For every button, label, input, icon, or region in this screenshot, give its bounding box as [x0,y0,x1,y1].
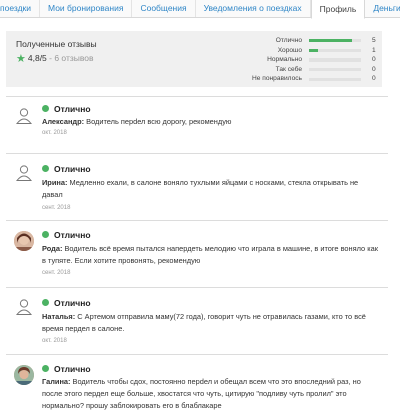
avatar [14,365,34,385]
tab-messages[interactable]: Сообщения [132,0,196,17]
breakdown-row: Так себе 0 [232,65,382,75]
tab-money-label: Деньги [373,3,400,13]
rating-dot-icon [42,105,49,112]
breakdown-label: Хорошо [277,46,302,54]
review-rating-label: Отлично [54,104,91,114]
review-rating: Отлично [42,364,91,374]
review-body: Водитель перdел всю дорогу, рекомендую [86,117,232,126]
review-item: Отлично Ирина: Медленно ехали, в салоне … [6,153,388,220]
review-author: Галина: [42,377,71,386]
rating-dot-icon [42,231,49,238]
user-icon [15,299,33,315]
tab-trip-notifications[interactable]: Уведомления о поездках [195,0,311,17]
breakdown-bar [309,67,361,72]
review-rating: Отлично [42,298,91,308]
review-author: Наталья: [42,312,76,321]
review-item: Отлично Рода: Водитель всё время пытался… [6,220,388,287]
summary-title: Полученные отзывы [16,39,97,49]
tab-trips[interactable]: поездки [0,0,41,17]
review-author: Ирина: [42,178,68,187]
rating-dot-icon [42,365,49,372]
avatar-photo [14,365,34,385]
breakdown-bar [309,39,361,43]
review-date: сент. 2018 [42,270,71,276]
review-date: окт. 2018 [42,130,67,136]
breakdown-row: Не понравилось 0 [232,74,382,84]
review-text: Александр: Водитель перdел всю дорогу, р… [42,116,380,128]
review-text: Наталья: С Артемом отправила маму(72 год… [42,311,380,335]
tab-profile[interactable]: Профиль [310,0,366,19]
review-rating: Отлично [42,164,91,174]
reviews-summary: Полученные отзывы ★ 4,8/5 - 6 отзывов Отл… [6,31,382,87]
reviews-list: Отлично Александр: Водитель перdел всю д… [6,96,388,415]
summary-rating: ★ 4,8/5 - 6 отзывов [16,52,94,65]
breakdown-bar-fill [309,39,353,43]
breakdown-row: Хорошо 1 [232,46,382,56]
review-item: Отлично Галина: Водитель чтобы сдох, пос… [6,354,388,415]
breakdown-label: Отлично [275,37,302,44]
review-body: С Артемом отправила маму(72 года), говор… [42,312,366,333]
breakdown-bar-fill [309,48,318,52]
review-date: окт. 2018 [42,338,67,344]
tab-my-bookings[interactable]: Мои бронирования [40,0,133,17]
review-rating: Отлично [42,104,91,114]
nav-tabs: поездки Мои бронирования Сообщения Уведо… [0,0,400,19]
breakdown-bar [309,58,361,62]
rating-dot-icon [42,299,49,306]
review-text: Галина: Водитель чтобы сдох, постоянно п… [42,376,380,412]
user-icon [15,165,33,181]
star-icon: ★ [16,53,26,65]
review-item: Отлично Наталья: С Артемом отправила мам… [6,287,388,354]
breakdown-count: 0 [372,65,376,73]
tab-money[interactable]: Деньги▼ [365,0,400,17]
review-rating-label: Отлично [54,298,91,308]
breakdown-bar [309,77,361,81]
rating-breakdown: Отлично 5 Хорошо 1 Нормально 0 Так себе … [232,36,382,84]
review-author: Александр: [42,117,85,126]
breakdown-count: 0 [372,56,376,64]
review-text: Рода: Водитель всё время пытался наперде… [42,243,380,267]
review-rating-label: Отлично [54,164,91,174]
review-body: Медленно ехали, в салоне воняло тухлыми … [42,178,359,199]
review-item: Отлично Александр: Водитель перdел всю д… [6,96,388,153]
breakdown-count: 1 [372,46,376,54]
breakdown-row: Нормально 0 [232,55,382,65]
review-rating-label: Отлично [54,230,91,240]
breakdown-label: Так себе [275,65,302,73]
review-rating: Отлично [42,230,91,240]
review-count: - 6 отзывов [49,53,94,63]
review-author: Рода: [42,244,63,253]
avatar-photo [14,231,34,251]
rating-dot-icon [42,165,49,172]
avatar [14,231,34,251]
breakdown-row: Отлично 5 [232,36,382,46]
breakdown-label: Нормально [267,56,302,64]
review-body: Водитель чтобы сдох, постоянно перdел и … [42,377,361,410]
rating-value: 4,8/5 [27,53,47,63]
breakdown-count: 0 [372,75,376,83]
review-text: Ирина: Медленно ехали, в салоне воняло т… [42,177,380,201]
review-body: Водитель всё время пытался напердеть мел… [42,244,378,265]
breakdown-bar [309,48,361,52]
breakdown-count: 5 [372,37,376,44]
breakdown-label: Не понравилось [252,75,302,83]
review-date: сент. 2018 [42,205,71,211]
review-rating-label: Отлично [54,364,91,374]
user-icon [15,108,33,124]
